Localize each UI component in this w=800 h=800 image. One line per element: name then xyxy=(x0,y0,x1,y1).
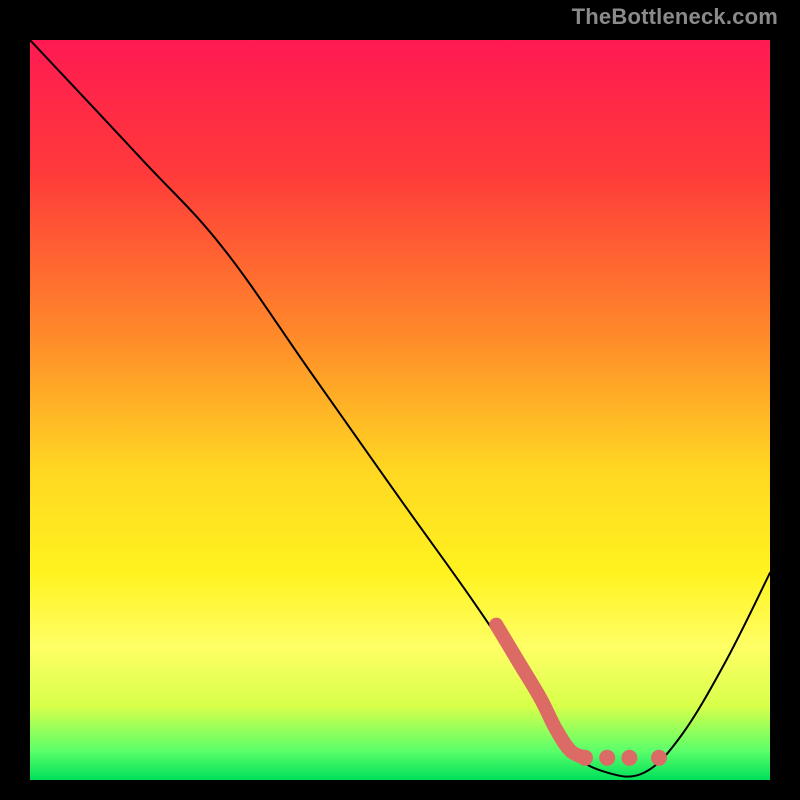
highlight-dot xyxy=(577,750,593,766)
watermark-text: TheBottleneck.com xyxy=(572,4,778,30)
highlight-dot xyxy=(651,750,667,766)
chart-frame xyxy=(20,30,780,790)
bottleneck-chart xyxy=(30,40,770,780)
gradient-background xyxy=(30,40,770,780)
plot-area xyxy=(30,40,770,780)
highlight-dot xyxy=(599,750,615,766)
highlight-dot xyxy=(621,750,637,766)
